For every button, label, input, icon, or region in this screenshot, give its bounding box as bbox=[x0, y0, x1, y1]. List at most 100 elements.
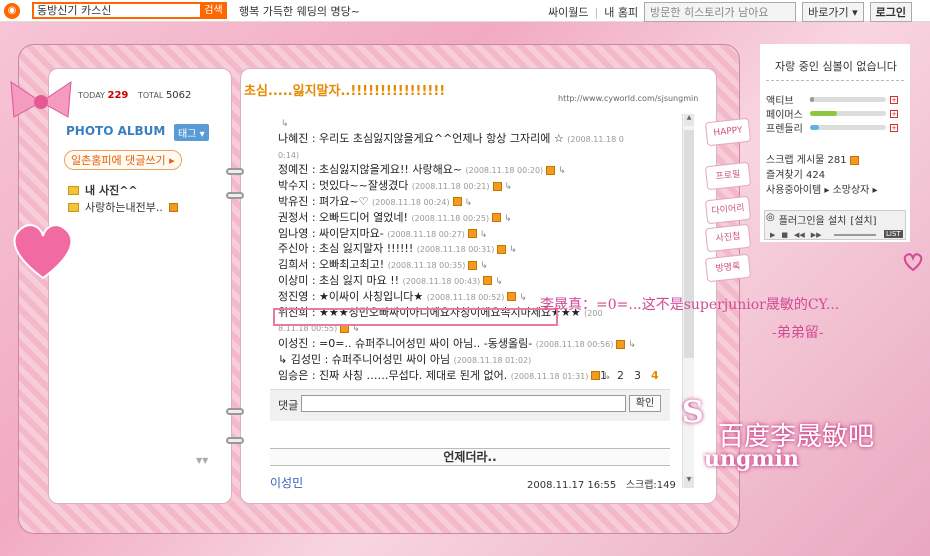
plus-icon[interactable]: + bbox=[890, 123, 898, 132]
comment-text: 이성진 : =0=.. 슈퍼주니어성민 싸이 아님.. -동생올림- bbox=[278, 337, 533, 351]
binder-ring bbox=[226, 168, 244, 175]
reply-input[interactable] bbox=[301, 395, 626, 412]
next-post-title[interactable]: 언제더라.. bbox=[270, 448, 670, 466]
ad-ticker[interactable]: 행복 가득한 웨딩의 명당~ bbox=[239, 3, 360, 19]
install-plugin-text[interactable]: 플러그인을 설치 bbox=[779, 212, 847, 227]
comment-text: 정예진 : 초심잃지않을게요!! 사랑해요~ bbox=[278, 163, 463, 177]
folder-my-photos[interactable]: 내 사진^^ bbox=[68, 182, 138, 198]
comment-row: 주신아 : 초심 잃지말자 !!!!!! (2008.11.18 00:31) ↳ bbox=[278, 241, 678, 257]
reply-submit-button[interactable]: 확인 bbox=[629, 395, 661, 412]
new-badge-icon bbox=[507, 292, 517, 302]
cyworld-link[interactable]: 싸이월드 bbox=[548, 4, 588, 20]
history-dropdown[interactable]: 방문한 히스토리가 남아요 bbox=[644, 2, 797, 22]
reply-arrow-icon[interactable]: ↳ bbox=[495, 277, 503, 287]
comment-row: 이성진 : =0=.. 슈퍼주니어성민 싸이 아님.. -동생올림- (2008… bbox=[278, 336, 678, 352]
new-badge-icon bbox=[467, 229, 477, 239]
tab-photo[interactable]: 사진첩 bbox=[704, 223, 752, 253]
meter-label: 페이머스 bbox=[766, 110, 803, 121]
scrap-posts[interactable]: 스크랩 게시물 281 bbox=[766, 151, 859, 166]
folder-my-love[interactable]: 사랑하는내전부.. bbox=[68, 199, 178, 215]
comment-date: (2008.11.18 00:52) bbox=[426, 292, 505, 302]
today-count: 229 bbox=[107, 90, 129, 101]
search-input[interactable]: 동방신기 카스신 bbox=[32, 2, 200, 19]
page-4-current[interactable]: 4 bbox=[651, 369, 659, 382]
reply-arrow-icon[interactable]: ↳ bbox=[509, 245, 517, 255]
cyworld-logo-icon[interactable]: ◉ bbox=[4, 2, 20, 19]
comment-date: (2008.11.18 00:24) bbox=[372, 197, 450, 207]
reply-arrow-icon[interactable]: ↳ bbox=[504, 214, 512, 224]
comment-row: ↳ 김성민 : 슈퍼주니어성민 싸이 아님 (2008.11.18 01:02) bbox=[278, 352, 678, 368]
new-badge-icon bbox=[849, 155, 859, 165]
total-counter: TOTAL 5062 bbox=[138, 90, 192, 101]
reply-arrow-icon[interactable]: ↳ bbox=[628, 340, 636, 350]
reply-arrow-icon[interactable]: ↳ bbox=[465, 198, 473, 208]
total-count: 5062 bbox=[165, 90, 192, 101]
comment-date: 0:14) bbox=[278, 150, 300, 160]
favorites[interactable]: 즐겨찾기 424 bbox=[766, 166, 825, 181]
binder-ring bbox=[226, 437, 244, 444]
scroll-thumb[interactable] bbox=[684, 130, 694, 358]
plus-icon[interactable]: + bbox=[890, 95, 898, 104]
new-badge-icon bbox=[497, 244, 507, 254]
post-author[interactable]: 이성민 bbox=[270, 474, 303, 491]
collapse-arrows-icon[interactable]: ▼▼ bbox=[196, 456, 208, 465]
new-badge-icon bbox=[546, 165, 556, 175]
new-badge-icon bbox=[468, 260, 478, 270]
tab-diary[interactable]: 다이어리 bbox=[704, 195, 752, 225]
meter-bar bbox=[810, 125, 886, 130]
my-homepage-link[interactable]: 내 홈피 bbox=[604, 4, 638, 20]
tab-profile[interactable]: 프로필 bbox=[704, 161, 752, 191]
comment-date: (2008.11.18 00:35) bbox=[387, 261, 466, 271]
prev-icon[interactable]: ◀◀ bbox=[794, 231, 805, 239]
comment-date: (2008.11.18 00:43) bbox=[402, 276, 481, 286]
reply-arrow-icon[interactable]: ↳ bbox=[480, 261, 488, 271]
new-badge-icon bbox=[452, 197, 462, 207]
comment-row: ↳ bbox=[278, 115, 678, 131]
meter-fill bbox=[810, 111, 837, 116]
meter-bar bbox=[810, 97, 886, 102]
stop-icon[interactable]: ■ bbox=[781, 231, 788, 239]
reply-arrow-icon[interactable]: ↳ bbox=[519, 293, 527, 303]
shortcut-dropdown[interactable]: 바로가기 ▾ bbox=[802, 2, 864, 22]
folder-icon bbox=[68, 185, 79, 195]
tag-button[interactable]: 태그 ▾ bbox=[174, 124, 209, 141]
comment-row: 0:14) bbox=[278, 147, 678, 163]
binder-ring bbox=[226, 408, 244, 415]
login-button[interactable]: 로그인 bbox=[869, 2, 912, 22]
scrap-count[interactable]: 스크랩:149 bbox=[626, 480, 676, 491]
photo-album-title: PHOTO ALBUM bbox=[66, 124, 166, 138]
tab-guestbook[interactable]: 방명록 bbox=[704, 253, 752, 283]
list-button[interactable]: LIST bbox=[884, 230, 903, 238]
reply-arrow-icon[interactable]: ↳ bbox=[505, 182, 513, 192]
new-badge-icon bbox=[168, 202, 178, 212]
comment-date: (2008.11.18 00:21) bbox=[411, 182, 490, 192]
small-heart-icon bbox=[903, 253, 923, 272]
top-right-nav: 싸이월드 | 내 홈피 방문한 히스토리가 남아요 바로가기 ▾ 로그인 bbox=[548, 2, 912, 22]
next-icon[interactable]: ▶▶ bbox=[811, 231, 822, 239]
meter-fill bbox=[810, 97, 814, 102]
search-button[interactable]: 검색 bbox=[200, 2, 227, 19]
reply-arrow-icon[interactable]: ↳ bbox=[558, 166, 566, 176]
page-3[interactable]: 3 bbox=[634, 369, 641, 382]
install-button[interactable]: [설치] bbox=[850, 212, 876, 227]
page-2[interactable]: 2 bbox=[617, 369, 624, 382]
play-icon[interactable]: ▶ bbox=[770, 231, 775, 239]
page-1[interactable]: 1 bbox=[600, 369, 607, 382]
comment-date: (2008.11.18 00:25) bbox=[411, 213, 490, 223]
scroll-down-icon[interactable]: ▼ bbox=[684, 476, 694, 488]
reply-arrow-icon[interactable]: ↳ bbox=[480, 230, 488, 240]
reply-arrow-icon[interactable]: ↳ bbox=[281, 119, 289, 129]
ribbon-bow-icon bbox=[10, 81, 72, 118]
plus-icon[interactable]: + bbox=[890, 109, 898, 118]
comment-text: 김희서 : 오빠최고최고! bbox=[278, 258, 385, 272]
scroll-up-icon[interactable]: ▲ bbox=[684, 114, 694, 126]
meter-fill bbox=[810, 125, 820, 130]
volume-slider[interactable] bbox=[834, 234, 876, 236]
comment-list: ↳ 나혜진 : 우리도 초심잃지않을게요^^언제나 항상 그자리에 ☆ (2008… bbox=[278, 115, 678, 384]
tab-happy[interactable]: HAPPY bbox=[704, 117, 752, 147]
meter-row: 프렌들리 + bbox=[766, 120, 898, 135]
separator: | bbox=[594, 5, 599, 19]
homepage-url[interactable]: http://www.cyworld.com/sjsungmin bbox=[558, 94, 698, 103]
ilchon-comment-link[interactable]: 일촌홈피에 댓글쓰기 ▸ bbox=[64, 150, 182, 170]
items-link[interactable]: 사용중아이템 ▸ 소망상자 ▸ bbox=[766, 181, 878, 196]
